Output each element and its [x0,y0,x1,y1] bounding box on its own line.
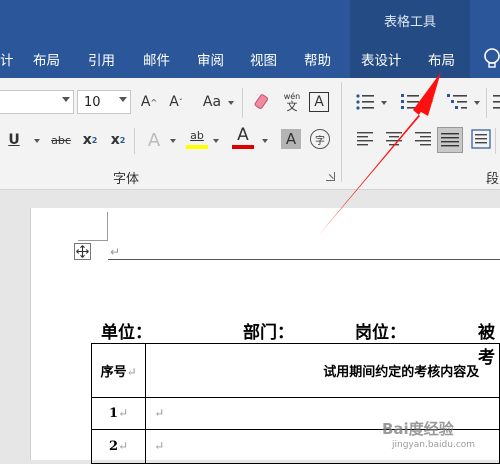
table-tools-header: 表格工具 [350,0,470,40]
phonetic-guide-button[interactable]: wén 文 [282,90,302,114]
divider [242,88,243,118]
chevron-down-icon[interactable] [34,139,40,143]
table-cell[interactable]: 试用期间约定的考核内容及 [145,343,500,398]
table-cell[interactable]: 1↵ [90,397,147,430]
tab-design-partial[interactable]: 计 [0,40,14,78]
tab-review[interactable]: 审阅 [197,40,224,78]
text-highlight-button[interactable]: ab [186,127,208,143]
superscript-button[interactable]: x2 [108,130,128,150]
margin-corner-mark [78,240,108,241]
tab-table-design[interactable]: 表设计 [361,40,402,78]
align-right-icon[interactable] [412,130,432,148]
distributed-align-icon[interactable] [471,129,491,149]
watermark-url: jingyan.baidu.com [392,440,476,450]
tab-layout[interactable]: 布局 [33,40,60,78]
move-icon [76,245,89,258]
margin-corner-mark [107,212,108,241]
justify-icon [441,133,459,147]
multilevel-list-icon[interactable] [446,92,468,112]
lightbulb-icon[interactable] [482,47,500,71]
chevron-down-icon[interactable] [262,139,268,143]
font-group-label: 字体 [113,172,140,187]
table-move-handle[interactable] [74,243,91,260]
chevron-down-icon[interactable] [381,101,387,105]
header-rule [108,259,500,260]
field-position: 岗位： [355,323,406,343]
grow-font-button[interactable]: A ^ [139,92,159,112]
tab-references[interactable]: 引用 [88,40,115,78]
font-size-value: 10 [84,94,101,110]
character-shading-button[interactable]: A [281,129,301,149]
divider [486,88,487,118]
tab-mailings[interactable]: 邮件 [143,40,170,78]
chevron-down-icon[interactable] [119,97,127,102]
table-cell[interactable]: 2↵ [90,429,147,464]
tab-view[interactable]: 视图 [250,40,277,78]
strikethrough-button[interactable]: abc [48,130,74,150]
subscript-button[interactable]: x2 [80,130,100,150]
font-dialog-launcher-icon[interactable] [326,172,335,181]
font-color-bar [232,145,254,149]
tab-help[interactable]: 帮助 [304,40,331,78]
decrease-indent-icon[interactable] [491,92,500,112]
align-left-icon[interactable] [356,130,376,148]
font-name-box[interactable] [0,90,74,114]
clear-formatting-icon[interactable] [253,92,273,112]
tab-table-layout[interactable]: 布局 [428,40,455,78]
enclose-characters-button[interactable]: 字 [310,129,330,149]
chevron-down-icon[interactable] [213,139,219,143]
watermark-logo: Bai度经验 [382,420,454,438]
divider [495,128,496,154]
bullets-icon[interactable] [355,92,375,112]
divider [134,128,135,154]
chevron-down-icon[interactable] [62,97,70,102]
chevron-down-icon[interactable] [170,139,176,143]
field-department: 部门： [243,323,294,343]
font-color-button[interactable]: A [232,125,254,145]
table-header-row: 序号↵ 试用期间约定的考核内容及 [90,343,500,398]
underline-button[interactable]: U [6,130,22,150]
paragraph-group-label: 段 [486,172,500,187]
justify-button[interactable] [437,127,463,153]
numbering-icon[interactable] [400,92,420,112]
align-center-icon[interactable] [384,130,404,148]
character-border-button[interactable]: A [309,92,329,112]
font-size-box[interactable]: 10 [77,90,131,114]
group-divider [341,82,342,182]
change-case-button[interactable]: Aa [200,92,224,112]
chevron-down-icon[interactable] [427,101,433,105]
chevron-down-icon[interactable] [228,101,234,105]
highlight-color-bar [186,145,208,149]
shrink-font-button[interactable]: Aˇ [166,92,186,112]
text-effects-button[interactable]: A [144,128,164,152]
field-unit: 单位： [101,323,152,343]
table-cell[interactable]: 序号↵ [90,343,147,398]
paragraph-mark: ↵ [110,245,121,259]
chevron-down-icon[interactable] [474,101,480,105]
